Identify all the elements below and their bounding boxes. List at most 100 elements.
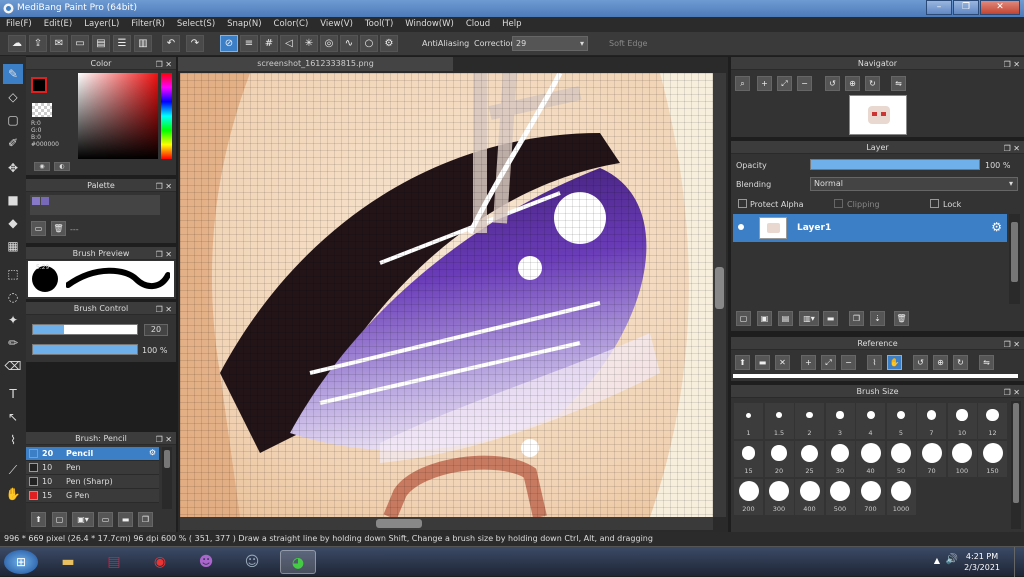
menu-filter[interactable]: Filter(R)	[131, 17, 165, 32]
layer-folder-icon[interactable]: ▬	[823, 311, 838, 326]
panel-close-icon[interactable]: ❐ ✕	[156, 248, 172, 261]
hand-tool-icon[interactable]: ✋	[3, 484, 23, 504]
close-button[interactable]: ✕	[980, 0, 1020, 15]
select-rect-tool-icon[interactable]: ▢	[3, 110, 23, 130]
flip-icon[interactable]: ⇋	[891, 76, 906, 91]
panel-close-icon[interactable]: ❐ ✕	[156, 180, 172, 193]
show-desktop-button[interactable]	[1014, 547, 1024, 577]
panel-close-icon[interactable]: ❐ ✕	[156, 433, 172, 446]
brush-size-option[interactable]: 200	[734, 479, 763, 515]
hue-slider[interactable]	[161, 73, 172, 159]
brush-size-scrollbar[interactable]	[1011, 401, 1021, 529]
brush-item-pencil[interactable]: 20 Pencil ⚙	[26, 447, 159, 461]
menu-layer[interactable]: Layer(L)	[84, 17, 119, 32]
brush-size-option[interactable]: 700	[856, 479, 885, 515]
reference-flip-icon[interactable]: ⇋	[979, 355, 994, 370]
brush-size-option[interactable]: 1000	[886, 479, 916, 515]
minimize-button[interactable]: –	[926, 0, 952, 15]
tray-arrow-icon[interactable]: ▲	[934, 556, 940, 565]
foreground-color-swatch[interactable]	[31, 77, 47, 93]
saturation-value-picker[interactable]	[78, 73, 158, 159]
delete-layer-icon[interactable]: 🗑	[894, 311, 909, 326]
brush-list-scrollbar[interactable]	[162, 447, 172, 509]
new-8bit-layer-icon[interactable]: ▤	[778, 311, 793, 326]
menu-tool[interactable]: Tool(T)	[365, 17, 393, 32]
menu-color[interactable]: Color(C)	[274, 17, 309, 32]
duplicate-layer-icon[interactable]: ❐	[849, 311, 864, 326]
lock-checkbox[interactable]	[930, 199, 939, 208]
taskbar-winrar[interactable]: ▤	[96, 550, 132, 574]
eye-icon[interactable]	[738, 224, 744, 230]
reference-upload-icon[interactable]: ⬆	[735, 355, 750, 370]
brush-duplicate-icon[interactable]: ❐	[138, 512, 153, 527]
blending-select[interactable]: Normal ▾	[810, 177, 1018, 191]
eyedropper-tool-icon[interactable]: ⌇	[3, 430, 23, 450]
brush-size-option[interactable]: 400	[795, 479, 824, 515]
divide-tool-icon[interactable]: ⟋	[3, 460, 23, 480]
undo-icon[interactable]: ↶	[162, 35, 180, 52]
brush-size-option[interactable]: 5	[886, 403, 916, 439]
perspective-snap-icon[interactable]: ◁	[280, 35, 298, 52]
panel-close-icon[interactable]: ❐ ✕	[1004, 338, 1020, 351]
protect-alpha-checkbox[interactable]	[738, 199, 747, 208]
color-mode-button[interactable]: ◉	[34, 162, 50, 171]
brush-item-pen-sharp[interactable]: 10 Pen (Sharp)	[26, 475, 159, 489]
brush-new-icon[interactable]: ▢	[52, 512, 67, 527]
brush-size-option[interactable]: 150	[978, 441, 1007, 477]
taskbar-app-anime[interactable]: ☻	[188, 550, 224, 574]
list-icon[interactable]: ☰	[113, 35, 131, 52]
canvas-tab[interactable]: screenshot_1612333815.png	[178, 57, 453, 71]
brush-size-option[interactable]: 12	[978, 403, 1007, 439]
brush-size-option[interactable]: 30	[825, 441, 855, 477]
navigator-thumbnail[interactable]	[849, 95, 907, 135]
menu-view[interactable]: View(V)	[320, 17, 353, 32]
volume-icon[interactable]: 🔊	[946, 554, 958, 565]
brush-size-option[interactable]: 3	[825, 403, 855, 439]
brush-size-option[interactable]: 70	[917, 441, 946, 477]
start-button[interactable]: ⊞	[4, 550, 38, 574]
chat-icon[interactable]: ✉	[50, 35, 68, 52]
clipping-checkbox[interactable]	[834, 199, 843, 208]
comment-icon[interactable]: ▭	[71, 35, 89, 52]
new-layer-icon[interactable]: ▢	[736, 311, 751, 326]
panel-close-icon[interactable]: ❐ ✕	[156, 303, 172, 316]
brush-tool-icon[interactable]: ✎	[3, 64, 23, 84]
clock[interactable]: 4:21 PM 2/3/2021	[964, 551, 1000, 573]
dotted-pen-tool-icon[interactable]: ✐	[3, 133, 23, 153]
move-tool-icon[interactable]: ✥	[3, 158, 23, 178]
brush-size-option[interactable]: 1	[734, 403, 763, 439]
layer-list-scrollbar[interactable]	[1009, 214, 1020, 304]
correction-select[interactable]: 29 ▾	[512, 36, 588, 51]
zoom-in-icon[interactable]: +	[757, 76, 772, 91]
snap-settings-icon[interactable]: ⚙	[380, 35, 398, 52]
menu-window[interactable]: Window(W)	[405, 17, 454, 32]
layer-opacity-slider[interactable]	[810, 159, 980, 170]
reference-fit-icon[interactable]: ⤢	[821, 355, 836, 370]
brush-menu-icon[interactable]: ▣▾	[72, 512, 94, 527]
document-icon[interactable]: ▤	[92, 35, 110, 52]
panel-close-icon[interactable]: ❐ ✕	[156, 58, 172, 71]
menu-select[interactable]: Select(S)	[177, 17, 215, 32]
cloud-icon[interactable]: ☁	[8, 35, 26, 52]
new-halftone-layer-icon[interactable]: ▣	[757, 311, 772, 326]
brush-size-option[interactable]: 15	[734, 441, 763, 477]
reference-zoom-in-icon[interactable]: +	[801, 355, 816, 370]
reference-close-icon[interactable]: ✕	[775, 355, 790, 370]
brush-size-option[interactable]: 7	[917, 403, 946, 439]
brush-size-option[interactable]: 300	[764, 479, 794, 515]
reference-open-icon[interactable]: ▬	[755, 355, 770, 370]
transparent-swatch[interactable]	[32, 103, 52, 117]
fill-rect-tool-icon[interactable]: ■	[3, 190, 23, 210]
panel-close-icon[interactable]: ❐ ✕	[1004, 58, 1020, 71]
select-pen-tool-icon[interactable]: ✏	[3, 333, 23, 353]
layer-row-layer1[interactable]: Layer1 ⚙	[733, 214, 1007, 242]
brush-copy-icon[interactable]: ▭	[98, 512, 113, 527]
brush-size-option[interactable]: 20	[764, 441, 794, 477]
concentric-snap-icon[interactable]: ◎	[320, 35, 338, 52]
drawing-canvas[interactable]	[180, 73, 713, 517]
rotate-right-icon[interactable]: ↻	[865, 76, 880, 91]
fit-icon[interactable]: ⤢	[777, 76, 792, 91]
brush-item-pen[interactable]: 10 Pen	[26, 461, 159, 475]
brush-size-option[interactable]: 1.5	[764, 403, 794, 439]
brush-size-option[interactable]: 4	[856, 403, 885, 439]
